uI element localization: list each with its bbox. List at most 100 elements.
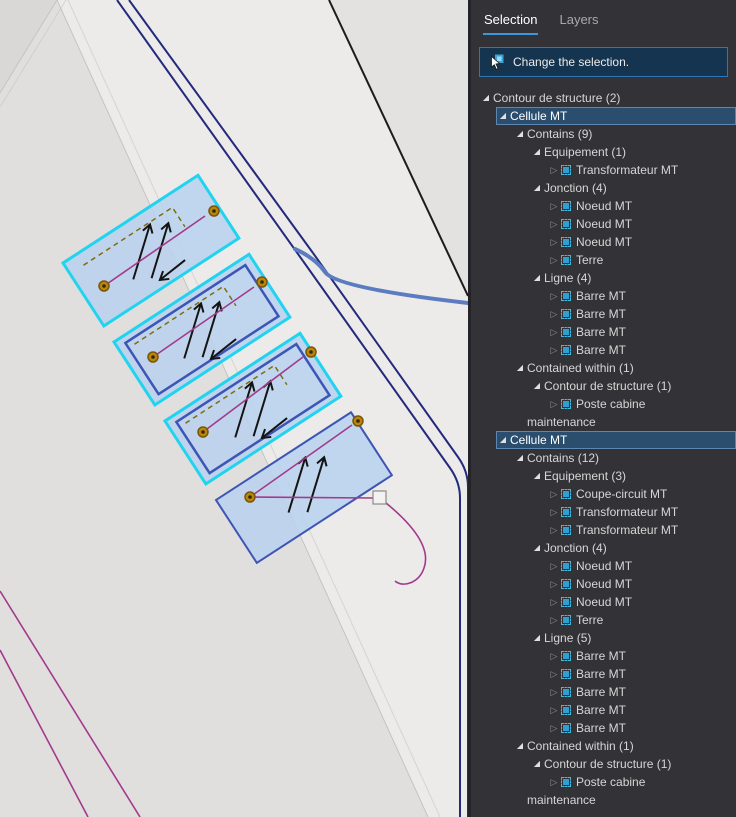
collapsed-arrow-icon[interactable]: ▷ (547, 557, 561, 575)
tree-row[interactable]: ▷ Barre MT (471, 323, 736, 341)
collapsed-arrow-icon[interactable]: ▷ (547, 215, 561, 233)
tree-row[interactable]: ▷ Poste cabine (471, 773, 736, 791)
tree-row[interactable]: ▷ Barre MT (471, 683, 736, 701)
tree-row[interactable]: ▷ Poste cabine (471, 395, 736, 413)
collapsed-arrow-icon[interactable]: ▷ (547, 665, 561, 683)
expanded-arrow-icon[interactable]: ◢ (513, 125, 527, 143)
tree-row[interactable]: maintenance (471, 413, 736, 431)
tree-row[interactable]: ▷ Noeud MT (471, 197, 736, 215)
collapsed-arrow-icon[interactable]: ▷ (547, 647, 561, 665)
tree-row[interactable]: ▷ Barre MT (471, 701, 736, 719)
tree-row[interactable]: ▷ Noeud MT (471, 593, 736, 611)
expanded-arrow-icon[interactable]: ◢ (530, 467, 544, 485)
map-canvas[interactable] (0, 0, 468, 817)
tree-item-label: Barre MT (576, 325, 627, 339)
tree-row[interactable]: ◢ Jonction (4) (471, 539, 736, 557)
expanded-arrow-icon[interactable]: ◢ (513, 737, 527, 755)
tree-row[interactable]: ▷ Coupe-circuit MT (471, 485, 736, 503)
expanded-arrow-icon[interactable]: ◢ (513, 359, 527, 377)
expanded-arrow-icon[interactable]: ◢ (496, 431, 510, 449)
selection-tree: ◢ Contour de structure (2) ◢ Cellule MT ◢ Con… (471, 87, 736, 809)
tree-row[interactable]: ▷ Barre MT (471, 305, 736, 323)
tree-row[interactable]: ◢ Contained within (1) (471, 737, 736, 755)
collapsed-arrow-icon[interactable]: ▷ (547, 611, 561, 629)
tree-row[interactable]: ◢ Contour de structure (1) (471, 377, 736, 395)
collapsed-arrow-icon[interactable]: ▷ (547, 719, 561, 737)
collapsed-arrow-icon[interactable]: ▷ (547, 305, 561, 323)
change-selection-button[interactable]: Change the selection. (479, 47, 728, 77)
expanded-arrow-icon[interactable]: ◢ (530, 377, 544, 395)
tree-row[interactable]: ◢ Contour de structure (1) (471, 755, 736, 773)
collapsed-arrow-icon[interactable]: ▷ (547, 593, 561, 611)
expanded-arrow-icon[interactable]: ◢ (530, 269, 544, 287)
tree-row[interactable]: ◢ Cellule MT (471, 107, 736, 125)
expanded-arrow-icon[interactable]: ◢ (530, 143, 544, 161)
collapsed-arrow-icon[interactable]: ▷ (547, 341, 561, 359)
tree-row[interactable]: maintenance (471, 791, 736, 809)
feature-icon (561, 615, 571, 625)
tree-row[interactable]: ◢ Contour de structure (2) (471, 89, 736, 107)
expanded-arrow-icon[interactable]: ◢ (530, 629, 544, 647)
map-drawing[interactable] (0, 0, 468, 817)
expanded-arrow-icon[interactable]: ◢ (479, 89, 493, 107)
tree-row[interactable]: ◢ Ligne (5) (471, 629, 736, 647)
tree-row-content: ◢ Contains (9) (513, 125, 736, 143)
collapsed-arrow-icon[interactable]: ▷ (547, 161, 561, 179)
tree-row[interactable]: ◢ Contained within (1) (471, 359, 736, 377)
collapsed-arrow-icon[interactable]: ▷ (547, 251, 561, 269)
tree-row[interactable]: ◢ Contains (9) (471, 125, 736, 143)
collapsed-arrow-icon[interactable]: ▷ (547, 575, 561, 593)
collapsed-arrow-icon[interactable]: ▷ (547, 683, 561, 701)
tree-row-content: ◢ Contains (12) (513, 449, 736, 467)
tree-row[interactable]: ▷ Barre MT (471, 665, 736, 683)
collapsed-arrow-icon[interactable]: ▷ (547, 287, 561, 305)
tree-row[interactable]: ▷ Terre (471, 251, 736, 269)
tree-item-label: Jonction (4) (544, 541, 607, 555)
expanded-arrow-icon[interactable]: ◢ (530, 539, 544, 557)
expanded-arrow-icon[interactable]: ◢ (530, 179, 544, 197)
collapsed-arrow-icon[interactable]: ▷ (547, 773, 561, 791)
annotation-marker[interactable] (372, 490, 387, 505)
expanded-arrow-icon[interactable]: ◢ (513, 449, 527, 467)
tree-row[interactable]: ◢ Cellule MT (471, 431, 736, 449)
collapsed-arrow-icon[interactable]: ▷ (547, 233, 561, 251)
tree-row[interactable]: ◢ Ligne (4) (471, 269, 736, 287)
tree-item-label: Ligne (5) (544, 631, 592, 645)
expanded-arrow-icon[interactable]: ◢ (496, 107, 510, 125)
tree-row[interactable]: ▷ Terre (471, 611, 736, 629)
tree-row[interactable]: ▷ Barre MT (471, 719, 736, 737)
tree-row[interactable]: ▷ Barre MT (471, 341, 736, 359)
collapsed-arrow-icon[interactable]: ▷ (547, 521, 561, 539)
tree-row[interactable]: ◢ Jonction (4) (471, 179, 736, 197)
tree-row[interactable]: ◢ Contains (12) (471, 449, 736, 467)
tree-row[interactable]: ▷ Noeud MT (471, 557, 736, 575)
tab-layers[interactable]: Layers (558, 10, 599, 35)
collapsed-arrow-icon[interactable]: ▷ (547, 197, 561, 215)
feature-icon (561, 345, 571, 355)
tab-selection[interactable]: Selection (483, 10, 539, 35)
collapsed-arrow-icon[interactable]: ▷ (547, 395, 561, 413)
feature-icon (561, 525, 571, 535)
collapsed-arrow-icon[interactable]: ▷ (547, 503, 561, 521)
tree-row[interactable]: ◢ Equipement (3) (471, 467, 736, 485)
collapsed-arrow-icon[interactable]: ▷ (547, 701, 561, 719)
tree-row[interactable]: ▷ Noeud MT (471, 233, 736, 251)
tree-row[interactable]: ▷ Transformateur MT (471, 521, 736, 539)
tree-row[interactable]: ▷ Noeud MT (471, 575, 736, 593)
collapsed-arrow-icon[interactable]: ▷ (547, 485, 561, 503)
tree-row[interactable]: ▷ Noeud MT (471, 215, 736, 233)
tree-row[interactable]: ▷ Transformateur MT (471, 503, 736, 521)
tree-row[interactable]: ▷ Barre MT (471, 647, 736, 665)
expanded-arrow-icon[interactable]: ◢ (530, 755, 544, 773)
tree-row[interactable]: ▷ Transformateur MT (471, 161, 736, 179)
tree-row[interactable]: ▷ Barre MT (471, 287, 736, 305)
collapsed-arrow-icon[interactable]: ▷ (547, 323, 561, 341)
tree-row-content: ▷ Barre MT (547, 665, 736, 683)
tree-row[interactable]: ◢ Equipement (1) (471, 143, 736, 161)
